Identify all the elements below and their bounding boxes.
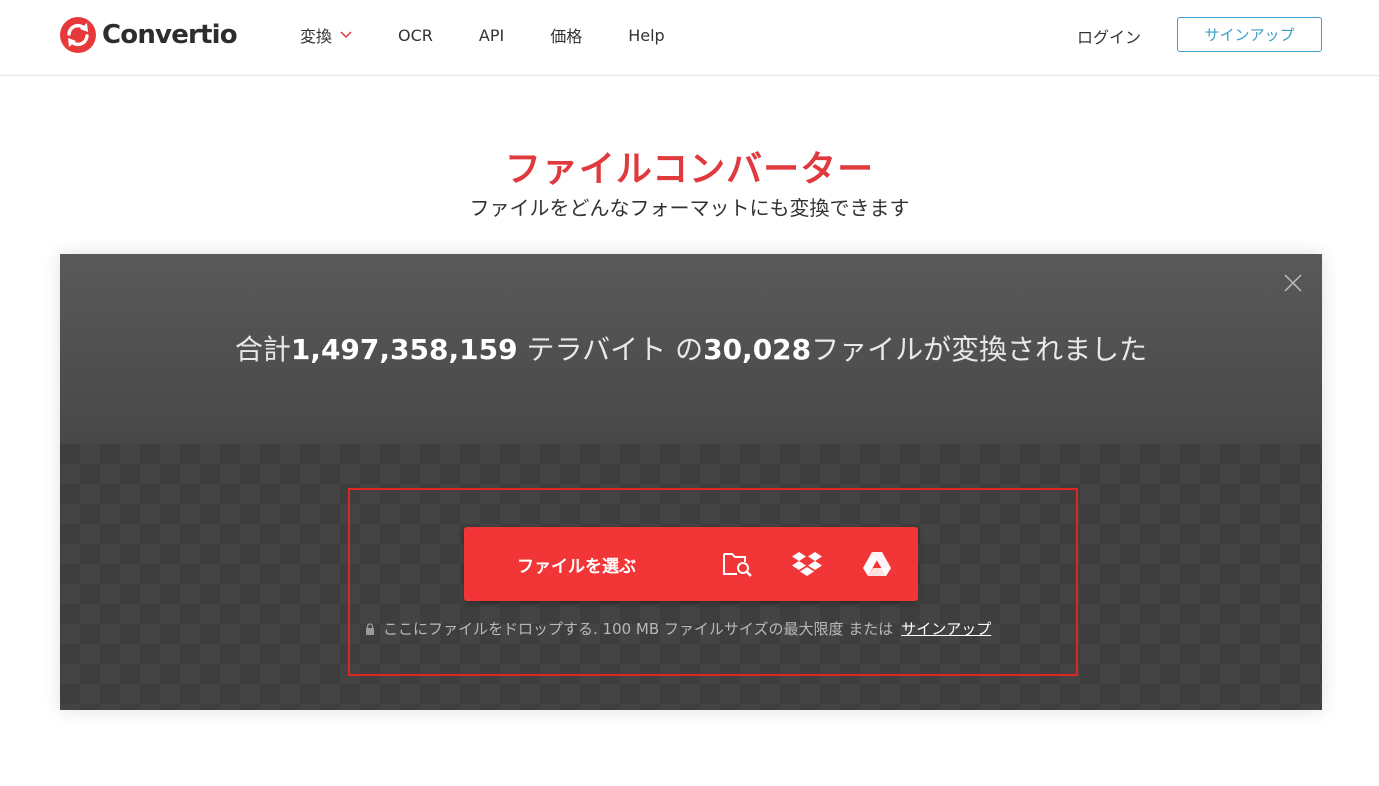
nav-item-api[interactable]: API [479,26,504,45]
signup-link[interactable]: サインアップ [901,618,991,639]
conversion-stats: 合計1,497,358,159 テラバイト の30,028ファイルが変換されまし… [60,328,1322,368]
dropbox-icon [792,552,822,576]
nav-item-ocr[interactable]: OCR [398,26,433,45]
lock-icon [366,622,374,635]
logo-text: Convertio [102,20,238,50]
drop-zone[interactable]: ファイルを選ぶ ここにファイルをドロップする. 100 MB ファイルサイズの最… [60,444,1322,710]
nav-item-label: 変換 [300,27,333,46]
login-link[interactable]: ログイン [1077,24,1141,48]
convertio-logo-icon [60,17,96,53]
drop-hint-text: ここにファイルをドロップする. 100 MB ファイルサイズの最大限度 または [383,620,894,638]
dropbox-button[interactable] [772,527,842,601]
stats-suffix: ファイルが変換されました [811,333,1148,366]
folder-search-icon [723,553,752,577]
local-file-button[interactable] [702,527,772,601]
stats-terabytes: 1,497,358,159 [290,333,518,366]
google-drive-icon [863,552,891,576]
stats-banner: 合計1,497,358,159 テラバイト の30,028ファイルが変換されまし… [60,254,1322,444]
main-nav: 変換 OCR API 価格 Help [300,22,711,48]
converter-panel: 合計1,497,358,159 テラバイト の30,028ファイルが変換されまし… [60,254,1322,710]
nav-item-help[interactable]: Help [628,26,664,45]
stats-files: 30,028 [703,333,812,366]
site-header: Convertio 変換 OCR API 価格 Help ログイン サインアップ [0,0,1379,76]
upload-button-group: ファイルを選ぶ [464,527,918,601]
stats-mid: テラバイト の [517,333,704,366]
chevron-down-icon [340,31,352,39]
logo-link[interactable]: Convertio [60,17,238,53]
signup-button[interactable]: サインアップ [1177,17,1322,52]
stats-prefix: 合計 [234,333,291,366]
google-drive-button[interactable] [842,527,912,601]
nav-item-pricing[interactable]: 価格 [550,23,582,47]
choose-files-button[interactable]: ファイルを選ぶ [517,552,702,577]
close-icon[interactable] [1284,274,1302,292]
page-subtitle: ファイルをどんなフォーマットにも変換できます [469,196,910,220]
drop-hint: ここにファイルをドロップする. 100 MB ファイルサイズの最大限度 または … [365,618,1065,639]
page-title: ファイルコンバーター [504,149,875,190]
nav-item-convert[interactable]: 変換 [300,23,352,47]
